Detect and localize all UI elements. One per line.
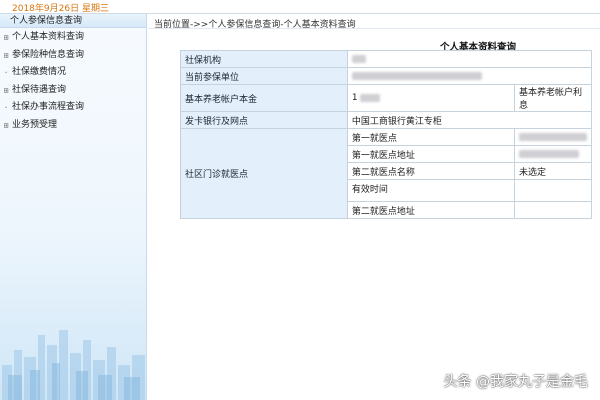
sidebar-item-pre-acceptance[interactable]: ⊞ 业务预受理 [0, 117, 146, 135]
tree-expand-icon[interactable]: ⊞ [0, 117, 12, 135]
pension-principal-value: 1 [346, 84, 515, 112]
table-row: 社保机构 [180, 50, 593, 68]
sidebar-item-label: 社保办事流程查询 [12, 102, 85, 112]
sidebar-item-label: 个人基本资料查询 [12, 32, 85, 42]
table-row: 社区门诊就医点 第一就医点 [180, 128, 593, 219]
sidebar-item-label: 参保险种信息查询 [12, 49, 85, 60]
valid-time-value [513, 179, 593, 202]
table-row: 当前参保单位 [180, 67, 593, 85]
second-clinic-name-label: 第二就医点名称 [346, 162, 515, 180]
tree-branch-icon: · [3, 68, 9, 77]
clinic-group-label: 社区门诊就医点 [180, 128, 348, 219]
sidebar-item-benefits[interactable]: ⊞ 社保待遇查询 [0, 82, 146, 100]
breadcrumb-divider [148, 28, 600, 29]
first-clinic-address-value [513, 145, 593, 163]
sidebar-item-process[interactable]: · 社保办事流程查询 [0, 99, 146, 117]
employer-value [346, 67, 593, 85]
sidebar-header[interactable]: 个人参保信息查询 [0, 14, 146, 28]
basic-info-table: 社保机构 当前参保单位 基本养老帐户本金 1 基本养老帐户利息 发卡银行及网点 … [180, 50, 593, 219]
table-row: 发卡银行及网点 中国工商银行黄江专柜 [180, 111, 593, 129]
tree-branch-icon: · [3, 103, 9, 112]
watermark: 头条 @我家丸子是金毛 [443, 374, 588, 390]
table-row: 基本养老帐户本金 1 基本养老帐户利息 [180, 84, 593, 112]
pension-interest-label: 基本养老帐户利息 [513, 84, 593, 112]
bank-label: 发卡银行及网点 [180, 111, 348, 129]
first-clinic-label: 第一就医点 [346, 128, 515, 146]
tree-expand-icon[interactable]: ⊞ [0, 47, 12, 65]
sidebar-item-label: 业务预受理 [12, 119, 58, 130]
tree-expand-icon[interactable]: ⊞ [0, 29, 12, 47]
agency-label: 社保机构 [180, 50, 348, 68]
sidebar: 个人参保信息查询 ⊞ 个人基本资料查询 ⊞ 参保险种信息查询 · 社保缴费情况 … [0, 14, 147, 400]
sidebar-item-payment[interactable]: · 社保缴费情况 [0, 64, 146, 82]
second-clinic-address-value [513, 201, 593, 219]
top-bar: 2018年9月26日 星期三 [0, 0, 600, 14]
agency-value [346, 50, 593, 68]
sidebar-item-label: 社保待遇查询 [12, 84, 67, 95]
sidebar-menu: ⊞ 个人基本资料查询 ⊞ 参保险种信息查询 · 社保缴费情况 ⊞ 社保待遇查询 … [0, 29, 146, 134]
sidebar-item-insurance-types[interactable]: ⊞ 参保险种信息查询 [0, 47, 146, 65]
pension-principal-label: 基本养老帐户本金 [180, 84, 348, 112]
employer-label: 当前参保单位 [180, 67, 348, 85]
tree-expand-icon[interactable]: ⊞ [0, 82, 12, 100]
second-clinic-name-value: 未选定 [513, 162, 593, 180]
sidebar-item-basic-info[interactable]: ⊞ 个人基本资料查询 [0, 29, 146, 47]
first-clinic-address-label: 第一就医点地址 [346, 145, 515, 163]
sidebar-item-label: 社保缴费情况 [12, 67, 67, 77]
second-clinic-address-label: 第二就医点地址 [346, 201, 515, 219]
valid-time-label: 有效时间 [346, 179, 515, 202]
first-clinic-value [513, 128, 593, 146]
main-content: 当前位置->>个人参保信息查询-个人基本资料查询 个人基本资料查询 社保机构 当… [148, 14, 600, 400]
city-skyline-image [2, 330, 145, 400]
bank-value: 中国工商银行黄江专柜 [346, 111, 593, 129]
